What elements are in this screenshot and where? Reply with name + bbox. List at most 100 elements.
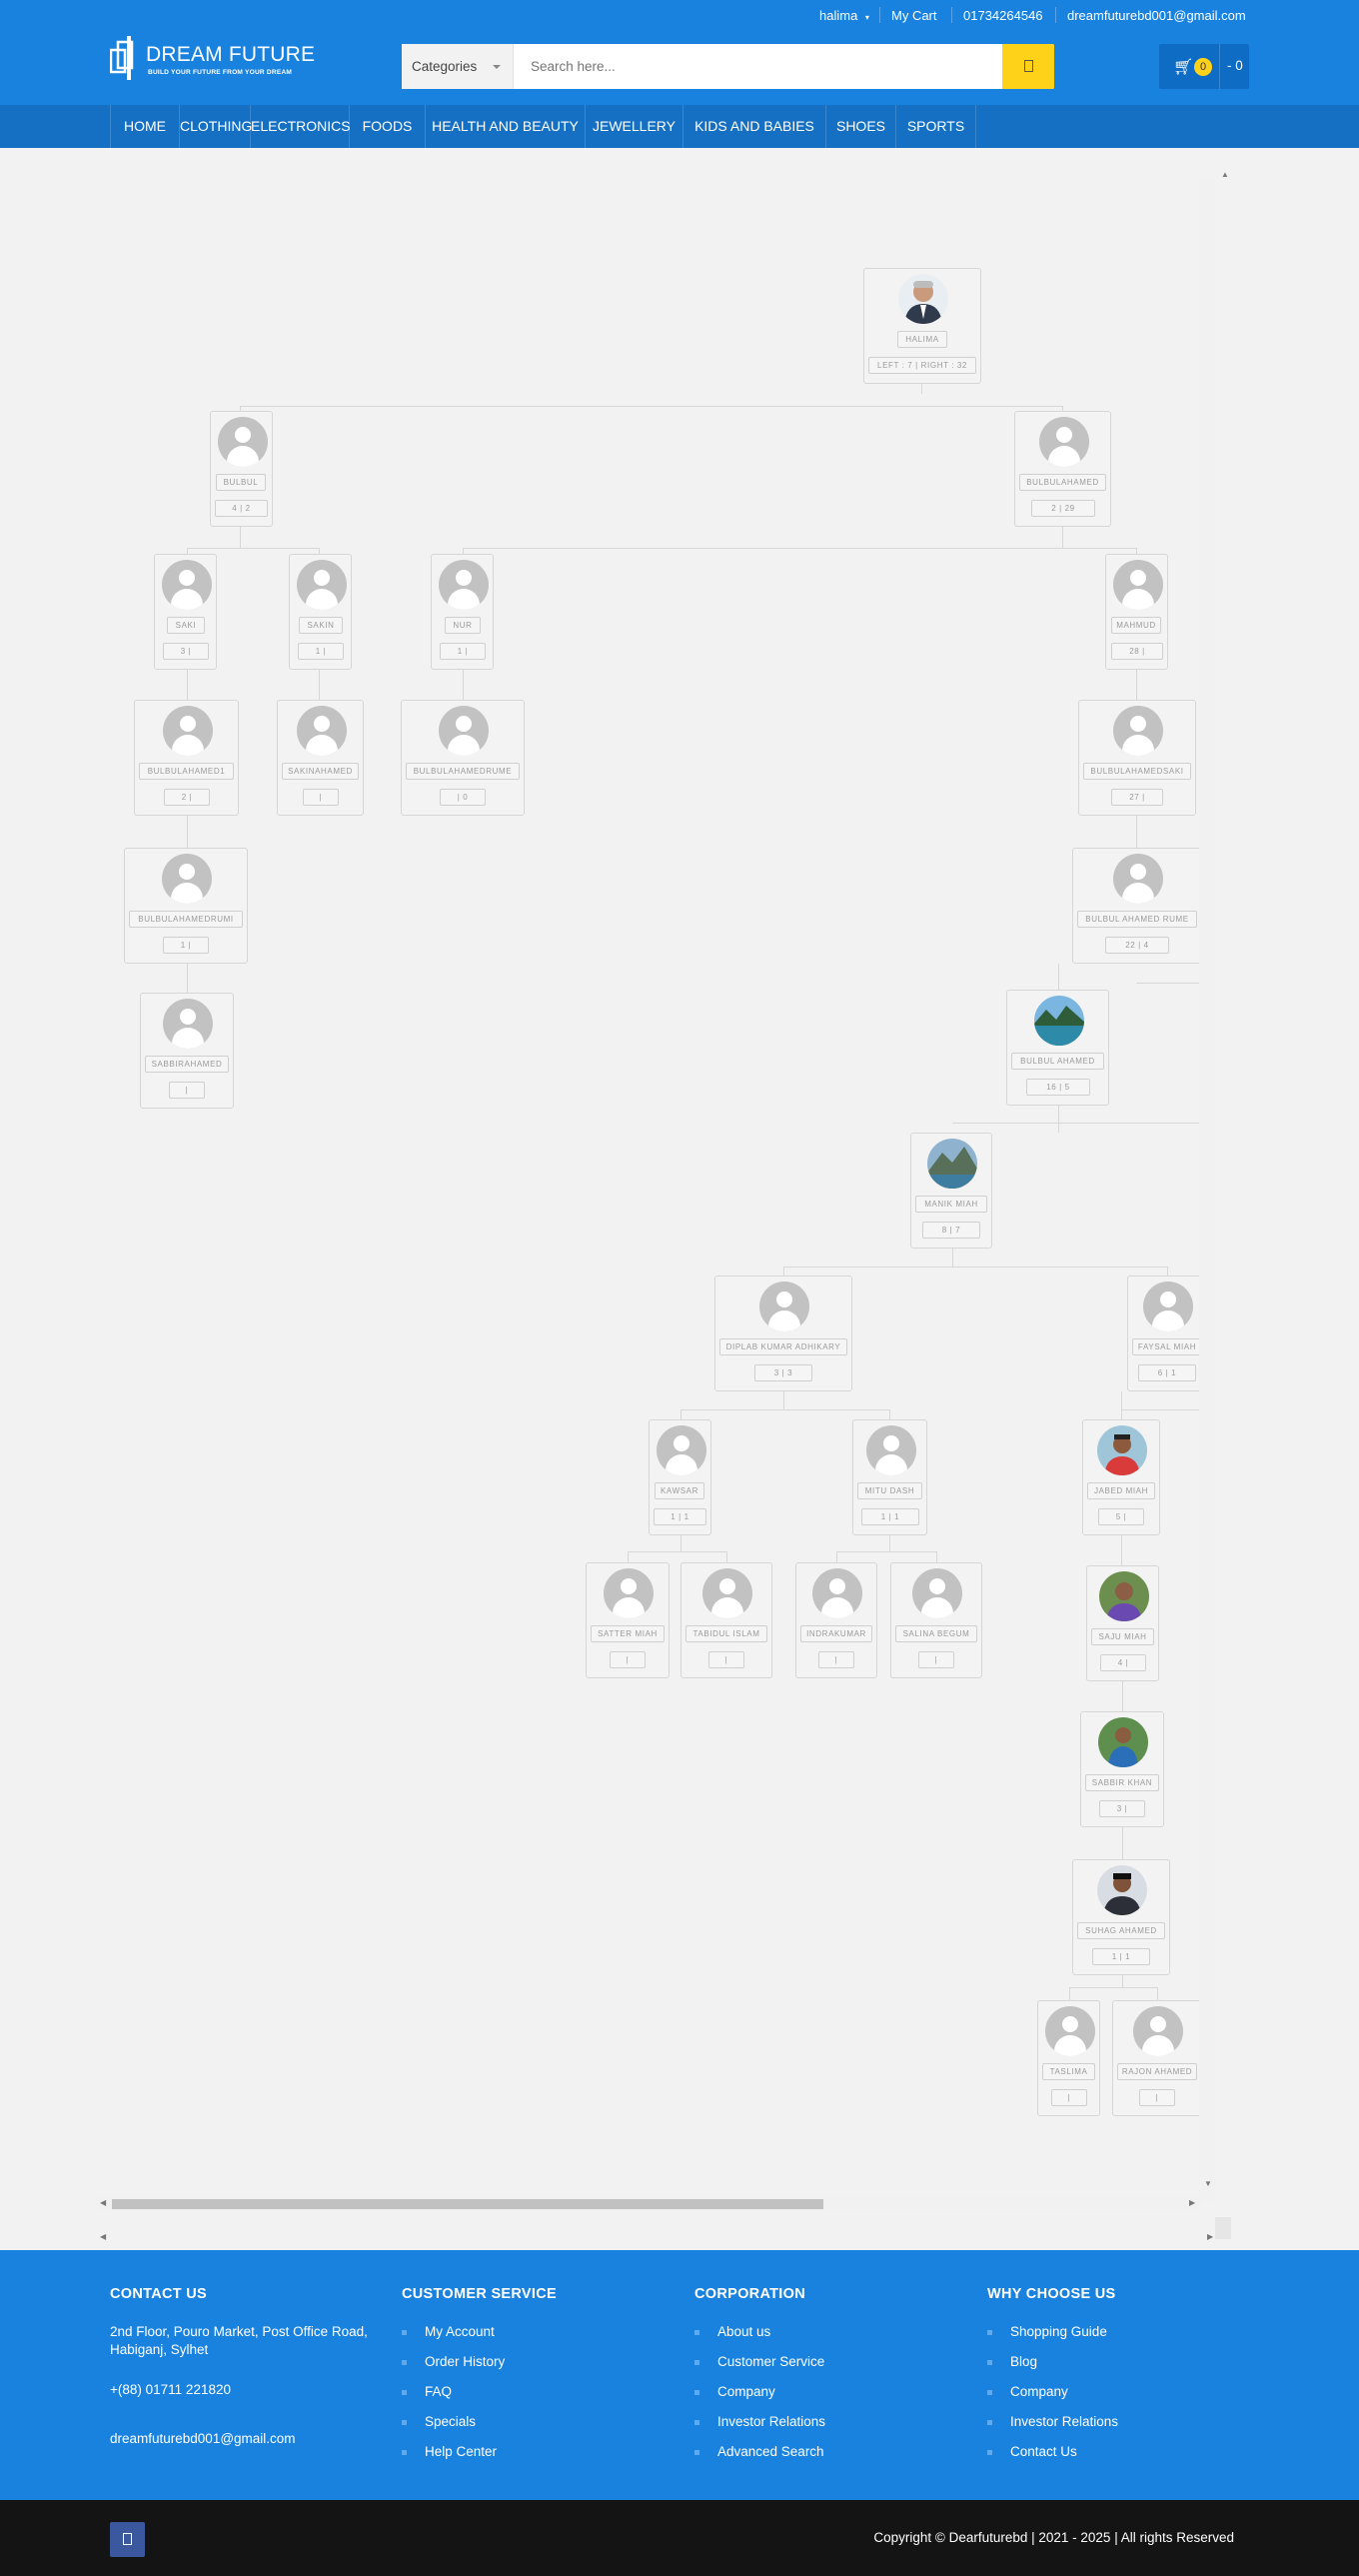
tree-connector — [463, 670, 464, 700]
scroll-right-icon[interactable]: ▶ — [1207, 2232, 1213, 2241]
scroll-up-icon[interactable]: ▲ — [1221, 170, 1229, 179]
nav-item-jewellery[interactable]: JEWELLERY — [586, 105, 683, 148]
tree-node-card[interactable]: MANIK MIAH 8 | 7 — [910, 1133, 992, 1249]
avatar-icon — [1113, 706, 1163, 756]
tree-connector — [952, 1123, 1199, 1124]
footer-link[interactable]: Blog — [987, 2354, 1037, 2369]
scroll-down-icon[interactable]: ▼ — [1204, 2179, 1212, 2188]
scroll-right-icon[interactable]: ▶ — [1189, 2198, 1195, 2207]
member-photo — [898, 274, 948, 324]
user-menu[interactable]: halima ▾ — [819, 8, 869, 23]
member-name: KAWSAR — [655, 1482, 704, 1499]
tree-node-card[interactable]: FAYSAL MIAH 6 | 1 — [1127, 1276, 1199, 1391]
email-link[interactable]: dreamfuturebd001@gmail.com — [1067, 8, 1246, 23]
scrollbar-thumb[interactable] — [112, 2199, 823, 2209]
footer-link[interactable]: Contact Us — [987, 2444, 1077, 2459]
vertical-scrollbar[interactable] — [1199, 178, 1215, 2202]
search-input[interactable] — [515, 44, 1004, 89]
member-stats: 22 | 4 — [1105, 937, 1169, 954]
nav-item-electronics[interactable]: ELECTRONICS — [251, 105, 351, 148]
footer-link[interactable]: Company — [987, 2384, 1068, 2399]
nav-item-home[interactable]: HOME — [110, 105, 180, 148]
my-cart-link[interactable]: My Cart — [891, 8, 937, 23]
logo[interactable]: DREAM FUTURE BUILD YOUR FUTURE FROM YOUR… — [110, 36, 315, 84]
tree-node-card[interactable]: NUR 1 | — [431, 554, 494, 670]
member-stats: 5 | — [1098, 1508, 1144, 1525]
nav-item-kids-and-babies[interactable]: KIDS AND BABIES — [683, 105, 826, 148]
search-button[interactable] — [1002, 44, 1054, 89]
tree-connector — [1121, 1535, 1122, 1565]
scroll-left-icon[interactable]: ◀ — [100, 2232, 106, 2241]
tree-connector — [680, 1535, 681, 1551]
tree-node-card[interactable]: SAJU MIAH 4 | — [1086, 1565, 1159, 1681]
genealogy-tree: HALIMA LEFT : 7 | RIGHT : 32 BULBUL 4 | 2 BU… — [0, 148, 1199, 2201]
tree-node-card[interactable]: SAKI 3 | — [154, 554, 217, 670]
nav-item-sports[interactable]: SPORTS — [896, 105, 976, 148]
footer: CONTACT US 2nd Floor, Pouro Market, Post… — [0, 2250, 1359, 2500]
tree-node-card[interactable]: BULBUL AHAMED RUME 22 | 4 — [1072, 848, 1199, 964]
tree-node-card[interactable]: SALINA BEGUM | — [890, 1562, 982, 1678]
tree-node-card[interactable]: MAHMUD 28 | — [1105, 554, 1168, 670]
tree-connector — [319, 670, 320, 700]
tree-connector — [1122, 1681, 1123, 1711]
nav-item-foods[interactable]: FOODS — [350, 105, 426, 148]
footer-link[interactable]: Advanced Search — [694, 2444, 824, 2459]
nav-item-clothing[interactable]: CLOTHING — [180, 105, 252, 148]
tree-node-card[interactable]: SABBIR KHAN 3 | — [1080, 1711, 1164, 1827]
bullet-icon — [694, 2360, 699, 2365]
footer-link[interactable]: Shopping Guide — [987, 2324, 1107, 2339]
tree-node-card[interactable]: DIPLAB KUMAR ADHIKARY 3 | 3 — [714, 1276, 852, 1391]
scroll-left-icon[interactable]: ◀ — [100, 2198, 106, 2207]
tree-node-card[interactable]: SATTER MIAH | — [586, 1562, 670, 1678]
phone-link[interactable]: 01734264546 — [963, 8, 1043, 23]
tree-connector — [1136, 816, 1137, 848]
footer-link[interactable]: Help Center — [402, 2444, 497, 2459]
tree-node-card[interactable]: RAJON AHAMED | — [1112, 2000, 1199, 2116]
cart-icon: 🛒︎ — [1173, 59, 1194, 76]
footer-link[interactable]: Investor Relations — [987, 2414, 1118, 2429]
tree-connector — [1121, 1409, 1199, 1410]
member-name: SABBIR KHAN — [1085, 1774, 1159, 1791]
footer-link[interactable]: Order History — [402, 2354, 505, 2369]
footer-link[interactable]: Investor Relations — [694, 2414, 825, 2429]
tree-node-card[interactable]: SABBIRAHAMED | — [140, 993, 234, 1109]
tree-node-card[interactable]: KAWSAR 1 | 1 — [649, 1419, 711, 1535]
avatar-icon — [604, 1568, 654, 1618]
tree-node-card[interactable]: BULBULAHAMEDRUME | 0 — [401, 700, 525, 816]
tree-node-card[interactable]: SAKIN 1 | — [289, 554, 352, 670]
tree-node-card[interactable]: BULBULAHAMED1 2 | — [134, 700, 239, 816]
footer-link[interactable]: My Account — [402, 2324, 495, 2339]
tree-node-card[interactable]: SAKINAHAMED | — [277, 700, 364, 816]
footer-link[interactable]: FAQ — [402, 2384, 452, 2399]
tree-node-card[interactable]: BULBULAHAMED 2 | 29 — [1014, 411, 1111, 527]
tree-node-card[interactable]: SUHAG AHAMED 1 | 1 — [1072, 1859, 1170, 1975]
facebook-button[interactable] — [110, 2522, 145, 2557]
footer-link[interactable]: Company — [694, 2384, 775, 2399]
categories-select[interactable]: Categories — [402, 44, 514, 89]
tree-node-card[interactable]: BULBULAHAMEDSAKI 27 | — [1078, 700, 1196, 816]
tree-node-card[interactable]: TASLIMA | — [1037, 2000, 1100, 2116]
tree-node-card[interactable]: MITU DASH 1 | 1 — [852, 1419, 927, 1535]
avatar-icon — [1039, 417, 1089, 467]
tree-node-card[interactable]: BULBUL AHAMED 16 | 5 — [1006, 990, 1109, 1106]
tree-node-card[interactable]: INDRAKUMAR | — [795, 1562, 877, 1678]
tree-node-card[interactable]: BULBUL 4 | 2 — [210, 411, 273, 527]
tree-node-card[interactable]: HALIMA LEFT : 7 | RIGHT : 32 — [863, 268, 981, 384]
footer-link[interactable]: Customer Service — [694, 2354, 824, 2369]
tree-node-card[interactable]: BULBULAHAMEDRUMI 1 | — [124, 848, 248, 964]
footer-link[interactable]: About us — [694, 2324, 770, 2339]
member-stats: | 0 — [440, 789, 486, 806]
member-stats: | — [918, 1651, 954, 1668]
bullet-icon — [987, 2420, 992, 2425]
cart-button[interactable]: 🛒︎ 0 - 0 — [1159, 44, 1249, 89]
tree-connector — [726, 1551, 727, 1562]
member-stats: | — [1051, 2089, 1087, 2106]
horizontal-scrollbar[interactable]: ◀ ▶ — [98, 2195, 1201, 2211]
member-name: TASLIMA — [1042, 2063, 1095, 2080]
tree-node-card[interactable]: TABIDUL ISLAM | — [680, 1562, 772, 1678]
contact-email[interactable]: dreamfuturebd001@gmail.com — [110, 2431, 296, 2446]
nav-item-health-and-beauty[interactable]: HEALTH AND BEAUTY — [426, 105, 586, 148]
nav-item-shoes[interactable]: SHOES — [826, 105, 896, 148]
tree-node-card[interactable]: JABED MIAH 5 | — [1082, 1419, 1160, 1535]
footer-link[interactable]: Specials — [402, 2414, 476, 2429]
